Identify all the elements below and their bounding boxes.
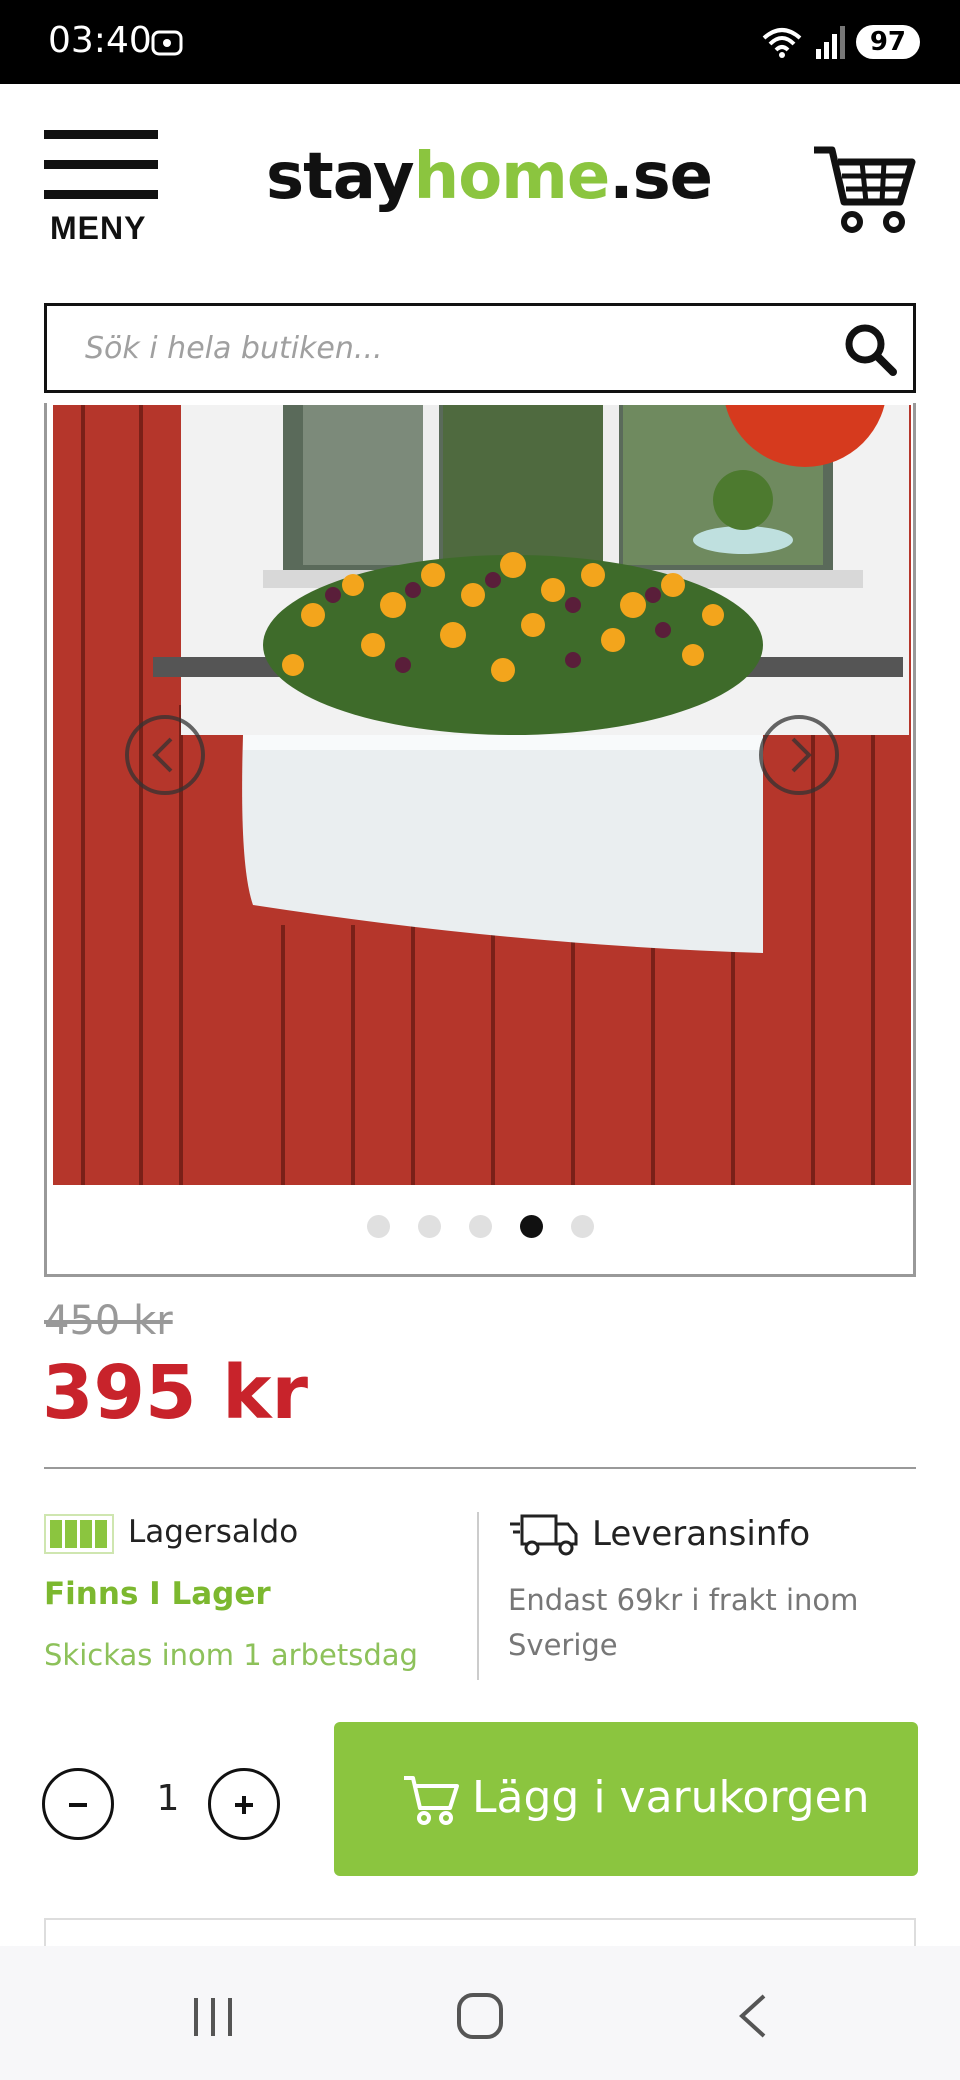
menu-label: MENY [50,210,147,246]
product-gallery [44,403,916,1277]
gallery-pagination [47,1215,913,1238]
status-indicators: 97 [760,24,920,60]
delivery-text: Endast 69kr i frakt inom Sverige [508,1583,859,1662]
cart-icon [404,1776,459,1825]
logo-part-home: home [413,140,611,214]
system-nav-bar [0,1946,960,2080]
gallery-dot[interactable] [417,1215,441,1238]
sale-price: 395 kr [42,1350,308,1436]
stock-title: Lagersaldo [128,1514,299,1550]
back-icon[interactable] [734,1992,770,2040]
signal-icon [815,26,845,59]
search-icon[interactable] [841,320,899,378]
delivery-title: Leveransinfo [592,1514,811,1554]
gallery-dot-active[interactable] [519,1215,543,1238]
search-input[interactable] [85,306,825,390]
status-time: 03:40 [48,20,152,61]
stock-level-icon [44,1514,114,1554]
stock-status: Finns I Lager [44,1576,271,1612]
next-image-button[interactable] [757,713,841,797]
recent-apps-icon[interactable] [190,1996,236,2038]
hamburger-line [44,190,158,199]
gallery-dot[interactable] [468,1215,492,1238]
search-box [44,303,916,393]
next-section-card [44,1918,916,1948]
logo-part-stay: stay [266,140,415,214]
price-divider [44,1467,916,1469]
screenshot-icon [151,30,183,56]
logo-part-se: .se [609,140,713,214]
truck-icon [510,1514,578,1556]
site-logo[interactable]: stayhome.se [266,140,713,214]
previous-image-button[interactable] [123,713,207,797]
hamburger-icon [44,130,158,139]
shipping-time: Skickas inom 1 arbetsdag [44,1638,418,1672]
status-bar: 03:40 97 [0,0,960,84]
gallery-dot[interactable] [570,1215,594,1238]
original-price: 450 kr [44,1298,173,1344]
menu-button[interactable]: MENY [44,130,160,260]
info-divider [477,1512,479,1680]
battery-indicator: 97 [855,25,920,59]
cart-icon[interactable] [812,140,918,236]
quantity-decrease-button[interactable] [42,1768,114,1840]
quantity-value[interactable]: 1 [150,1778,186,1819]
add-to-cart-label: Lägg i varukorgen [472,1772,870,1823]
gallery-dot[interactable] [366,1215,390,1238]
quantity-increase-button[interactable] [208,1768,280,1840]
hamburger-line [44,160,158,169]
wifi-icon [762,28,802,58]
home-icon[interactable] [456,1992,504,2040]
site-header: MENY stayhome.se [0,84,960,294]
add-to-cart-button[interactable]: Lägg i varukorgen [334,1722,918,1876]
